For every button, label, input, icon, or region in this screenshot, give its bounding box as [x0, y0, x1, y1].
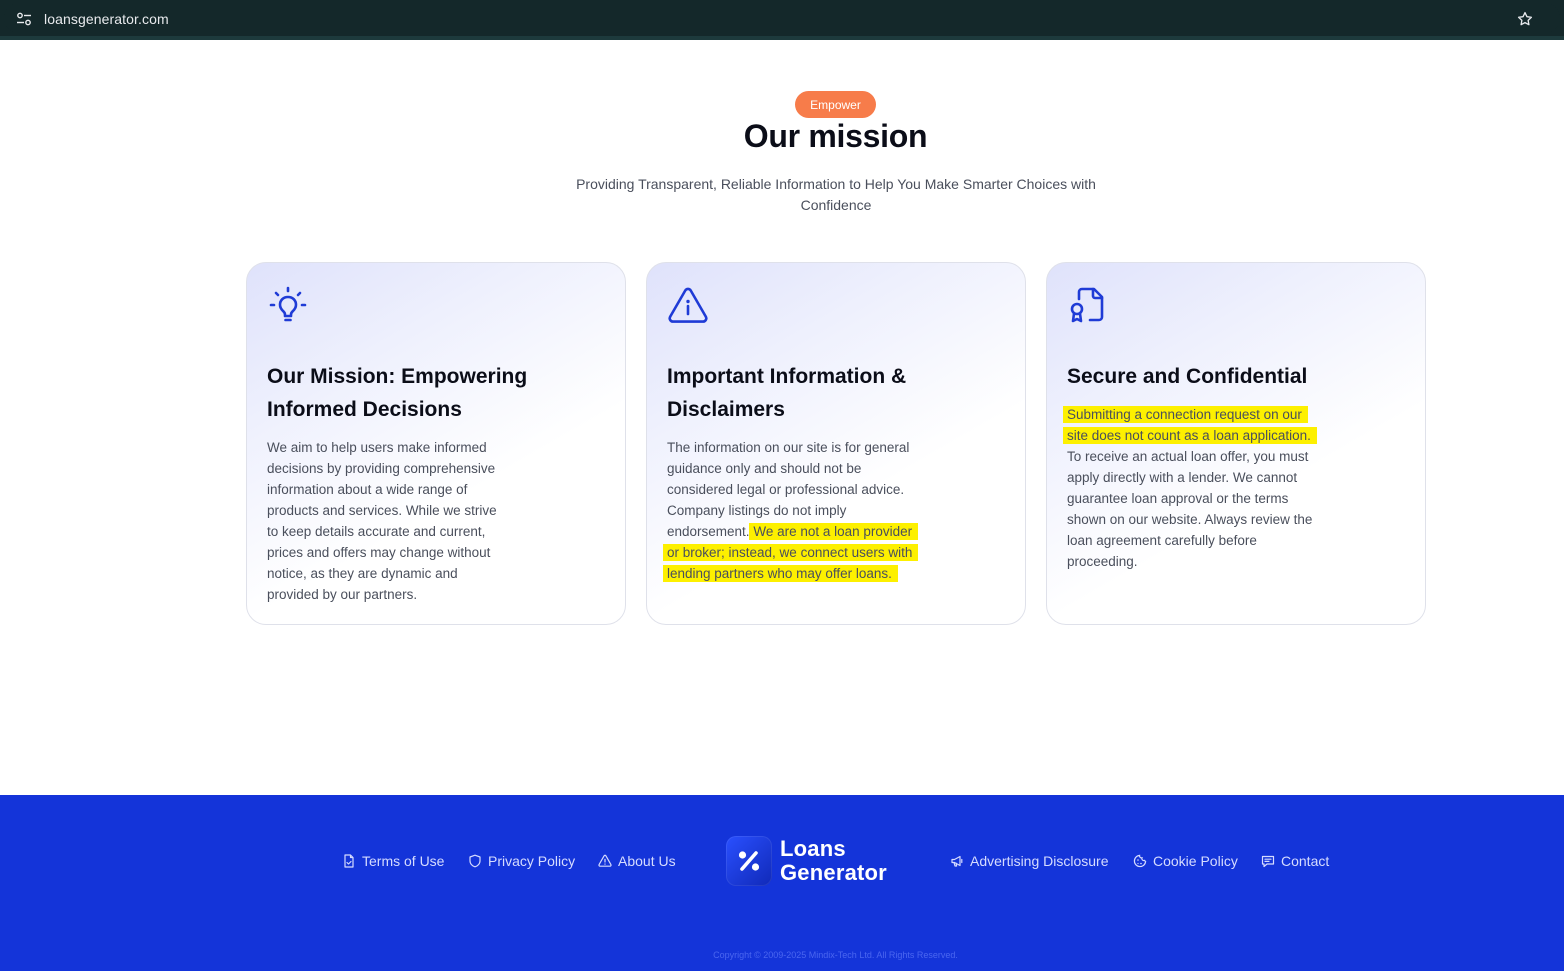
shield-icon	[469, 854, 481, 868]
address-bar[interactable]: loansgenerator.com	[4, 3, 1560, 33]
footer-link-label[interactable]: Cookie Policy	[1153, 853, 1238, 869]
warning-icon	[598, 854, 612, 867]
card-secure: Secure and Confidential Submitting a con…	[1046, 262, 1426, 625]
footer-link-privacy[interactable]: Privacy Policy	[468, 851, 575, 871]
section-badge: Empower	[795, 91, 876, 118]
megaphone-icon	[951, 855, 963, 867]
card-title: Our Mission: Empowering Informed Decisio…	[267, 365, 528, 421]
page-title: Our mission	[743, 118, 928, 154]
warning-info-icon	[668, 287, 708, 323]
lightbulb-icon	[269, 286, 307, 322]
chat-icon	[1261, 855, 1275, 868]
card-text-plain: To receive an actual loan offer, you mus…	[1067, 449, 1313, 569]
card-text: Submitting a connection request on our s…	[1063, 404, 1317, 572]
card-disclaimers: Important Information & Disclaimers The …	[646, 262, 1026, 625]
footer-link-about[interactable]: About Us	[598, 851, 676, 871]
card-text: We aim to help users make informed decis…	[267, 440, 497, 602]
card-title: Important Information & Disclaimers	[667, 365, 907, 421]
document-certificate-icon	[1070, 287, 1104, 323]
document-icon	[344, 854, 354, 868]
copyright: Copyright © 2009-2025 Mindix-Tech Ltd. A…	[713, 950, 958, 960]
logo-line-1: Loans	[780, 836, 846, 861]
footer-link-cookie[interactable]: Cookie Policy	[1133, 851, 1238, 871]
browser-bar: loansgenerator.com	[0, 0, 1564, 40]
card-title: Secure and Confidential	[1067, 365, 1308, 388]
browser-bar-divider	[0, 36, 1564, 40]
footer-link-contact[interactable]: Contact	[1261, 851, 1329, 871]
card-mission: Our Mission: Empowering Informed Decisio…	[246, 262, 626, 625]
logo-text: Loans Generator	[780, 837, 887, 885]
card-text: The information on our site is for gener…	[663, 437, 919, 584]
url-text[interactable]: loansgenerator.com	[44, 11, 169, 27]
footer-link-label[interactable]: Privacy Policy	[488, 853, 575, 869]
site-logo[interactable]: Loans Generator	[726, 835, 906, 887]
percent-logo-icon	[726, 836, 772, 886]
highlighted-disclaimer: Submitting a connection request on our s…	[1063, 406, 1317, 444]
footer-link-advertising[interactable]: Advertising Disclosure	[950, 851, 1109, 871]
cookie-icon	[1133, 854, 1147, 868]
footer-link-label[interactable]: Contact	[1281, 853, 1329, 869]
page-subtitle: Providing Transparent, Reliable Informat…	[576, 176, 1096, 213]
footer-link-label[interactable]: Terms of Use	[362, 853, 444, 869]
footer: Terms of Use Privacy Policy About Us Loa…	[0, 795, 1564, 971]
site-settings-icon[interactable]	[16, 12, 32, 26]
footer-link-terms[interactable]: Terms of Use	[342, 851, 444, 871]
logo-line-2: Generator	[780, 860, 887, 885]
footer-link-label[interactable]: About Us	[618, 853, 676, 869]
footer-link-label[interactable]: Advertising Disclosure	[970, 853, 1109, 869]
bookmark-star-icon[interactable]	[1516, 10, 1534, 28]
